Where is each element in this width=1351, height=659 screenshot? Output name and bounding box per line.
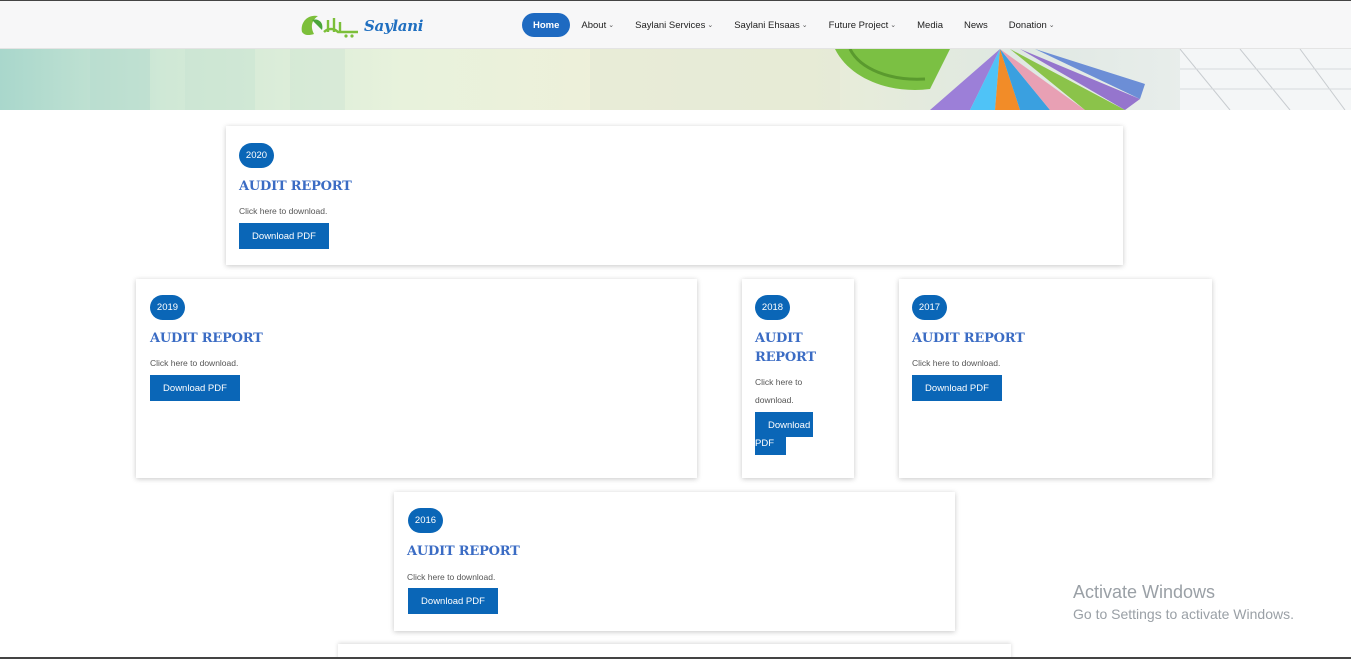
report-title: AUDIT REPORT [755,331,816,365]
nav-about[interactable]: About ⌄ [581,13,614,37]
download-pdf-label: Download PDF [755,420,811,449]
report-card-2017: 2017 AUDIT REPORT Click here to download… [899,279,1212,478]
year-badge: 2016 [408,508,443,533]
download-pdf-button[interactable]: Download PDF [239,223,329,249]
report-title: AUDIT REPORT [407,544,520,559]
nav-services-label: Saylani Services [635,19,706,31]
report-card-2018: 2018 AUDIT REPORT Click here to download… [742,279,854,478]
nav-ehsaas-label: Saylani Ehsaas [734,19,800,31]
download-pdf-button[interactable]: Download PDF [755,412,813,455]
report-title: AUDIT REPORT [150,331,263,346]
nav-saylani-services[interactable]: Saylani Services ⌄ [635,13,713,37]
main-nav: Home About ⌄ Saylani Services ⌄ Saylani Eh… [522,13,1076,37]
watermark-title: Activate Windows [1073,582,1216,602]
nav-donation-label: Donation [1008,19,1047,31]
download-pdf-button[interactable]: Download PDF [912,375,1002,401]
banner-graphic [90,49,1351,110]
report-title: AUDIT REPORT [239,179,352,194]
year-badge: 2017 [912,295,947,320]
download-pdf-button[interactable]: Download PDF [408,588,498,614]
year-badge: 2019 [150,295,185,320]
chevron-down-icon: ⌄ [1048,22,1055,29]
report-description: Click here to download. [407,572,496,582]
saylani-logo[interactable]: Saylani [298,10,424,42]
nav-future-label: Future Project [828,19,889,31]
report-card-2016: 2016 AUDIT REPORT Click here to download… [394,492,955,631]
nav-media[interactable]: Media [917,13,943,37]
report-card-2019: 2019 AUDIT REPORT Click here to download… [136,279,697,478]
nav-donation[interactable]: Donation ⌄ [1009,13,1055,37]
nav-news-label: News [964,19,988,31]
nav-home-label: Home [533,19,560,31]
report-description: Click here to download. [239,206,328,216]
report-description: Click here to download. [150,358,239,368]
nav-about-label: About [581,19,607,31]
year-badge: 2020 [239,143,274,168]
download-pdf-button[interactable]: Download PDF [150,375,240,401]
logo-text: Saylani [364,17,424,35]
nav-news[interactable]: News [964,13,988,37]
nav-home[interactable]: Home [522,13,571,37]
nav-saylani-ehsaas[interactable]: Saylani Ehsaas ⌄ [734,13,807,37]
chevron-down-icon: ⌄ [890,22,897,29]
nav-media-label: Media [917,19,943,31]
year-badge: 2018 [755,295,790,320]
chevron-down-icon: ⌄ [608,22,615,29]
report-card-2020: 2020 AUDIT REPORT Click here to download… [226,126,1123,265]
site-header: Saylani Home About ⌄ Saylani Services ⌄ Sa… [0,0,1351,49]
report-title: AUDIT REPORT [912,331,1025,346]
windows-activation-watermark: Activate Windows Go to Settings to activ… [1073,581,1294,625]
logo-leaf-icon [301,15,358,38]
hero-banner [0,49,1351,110]
watermark-subtitle: Go to Settings to activate Windows. [1073,606,1294,622]
chevron-down-icon: ⌄ [707,22,714,29]
chevron-down-icon: ⌄ [801,22,808,29]
report-description: Click here to download. [912,358,1001,368]
nav-future-project[interactable]: Future Project ⌄ [829,13,897,37]
report-description: Click here to download. [755,377,803,405]
